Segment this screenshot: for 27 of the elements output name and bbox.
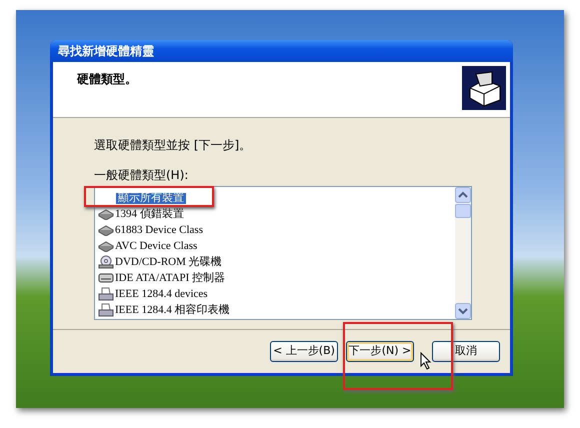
scroll-up-icon[interactable]: [455, 187, 471, 203]
instruction-text: 選取硬體類型並按 [下一步]。: [94, 137, 252, 154]
device-icon: [98, 208, 114, 220]
device-icon: [98, 240, 114, 252]
list-label: 一般硬體類型(H):: [94, 167, 190, 184]
device-icon: [98, 224, 114, 236]
hardware-wizard-icon: [462, 66, 506, 110]
wizard-button[interactable]: 取消: [432, 341, 500, 362]
printer-icon: [98, 303, 114, 317]
wizard-button[interactable]: < 上一步(B): [270, 341, 338, 362]
list-item[interactable]: AVC Device Class: [98, 239, 198, 253]
list-item[interactable]: IEEE 1284.4 devices: [98, 287, 208, 301]
scroll-thumb[interactable]: [455, 204, 471, 218]
list-item[interactable]: DVD/CD-ROM 光碟機: [98, 255, 222, 269]
printer-icon: [98, 287, 114, 301]
drive-icon: [98, 272, 114, 284]
window-title: 尋找新增硬體精靈: [58, 43, 154, 60]
header-title: 硬體類型。: [77, 71, 137, 88]
list-item[interactable]: IDE ATA/ATAPI 控制器: [98, 271, 226, 285]
scrollbar[interactable]: [455, 187, 471, 319]
list-item[interactable]: 61883 Device Class: [98, 223, 203, 237]
wizard-button[interactable]: 下一步(N) >: [346, 341, 414, 362]
list-item[interactable]: IEEE 1284.4 相容印表機: [98, 303, 230, 317]
list-item[interactable]: 1394 偵錯裝置: [98, 207, 184, 221]
cursor-icon: [420, 352, 432, 370]
scroll-down-icon[interactable]: [455, 303, 471, 319]
disc-drive-icon: [98, 255, 114, 269]
